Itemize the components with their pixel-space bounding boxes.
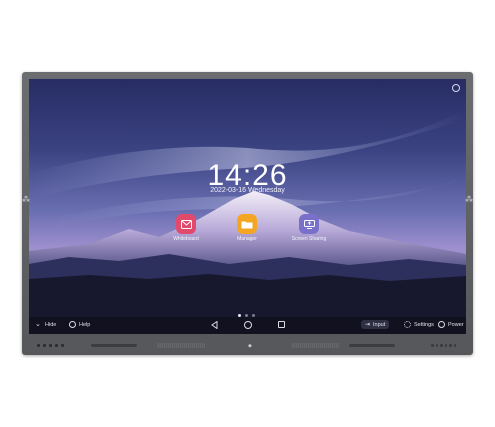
recents-button[interactable]	[278, 321, 285, 328]
hide-button[interactable]: ⌄ Hide	[35, 321, 56, 328]
speaker-right	[349, 344, 395, 347]
power-label: Power	[448, 321, 464, 328]
display-bezel: 14:26 2022-03-16 Wednesday Whiteboard Ma…	[22, 72, 473, 355]
settings-button[interactable]: Settings	[404, 321, 434, 328]
home-icon	[244, 321, 252, 329]
front-panel: ◆	[29, 342, 466, 352]
input-source-icon: ⇥	[365, 322, 371, 328]
screen: 14:26 2022-03-16 Wednesday Whiteboard Ma…	[29, 79, 466, 334]
app-label: Whiteboard	[173, 236, 199, 242]
app-manager[interactable]: Manager	[217, 214, 277, 242]
back-icon	[211, 321, 218, 329]
hide-label: Hide	[45, 321, 57, 328]
settings-label: Settings	[414, 321, 434, 328]
power-icon	[438, 321, 445, 328]
app-whiteboard[interactable]: Whiteboard	[156, 214, 216, 242]
home-button[interactable]	[244, 321, 252, 329]
taskbar: ⌄ Hide Help ⇥ Input Settings Power	[29, 317, 466, 334]
speaker-left	[91, 344, 137, 347]
recents-icon	[278, 321, 285, 328]
speaker-grille-right	[291, 343, 339, 348]
gear-icon	[404, 321, 411, 328]
help-label: Help	[79, 321, 91, 328]
speaker-grille-left	[157, 343, 205, 348]
input-button[interactable]: ⇥ Input	[361, 320, 390, 329]
help-button[interactable]: Help	[69, 321, 90, 328]
back-button[interactable]	[211, 321, 218, 329]
left-side-menu-handle[interactable]: ⁂	[22, 196, 30, 204]
power-button[interactable]: Power	[438, 321, 464, 328]
app-screen-sharing[interactable]: Screen Sharing	[279, 214, 339, 242]
help-icon	[69, 321, 76, 328]
collapse-icon: ⌄	[35, 321, 41, 328]
front-buttons[interactable]	[431, 344, 456, 347]
brand-logo: ◆	[248, 343, 252, 349]
whiteboard-icon	[176, 214, 196, 234]
folder-icon	[237, 214, 257, 234]
right-side-menu-handle[interactable]: ⁂	[465, 196, 473, 204]
screen-share-icon	[299, 214, 319, 234]
clock-date: 2022-03-16 Wednesday	[210, 187, 285, 194]
input-label: Input	[373, 321, 386, 328]
settings-shortcut-icon[interactable]	[452, 84, 460, 92]
app-label: Screen Sharing	[291, 236, 327, 242]
front-ports	[37, 344, 64, 347]
wallpaper-mountain	[29, 109, 466, 334]
app-label: Manager	[237, 236, 257, 242]
